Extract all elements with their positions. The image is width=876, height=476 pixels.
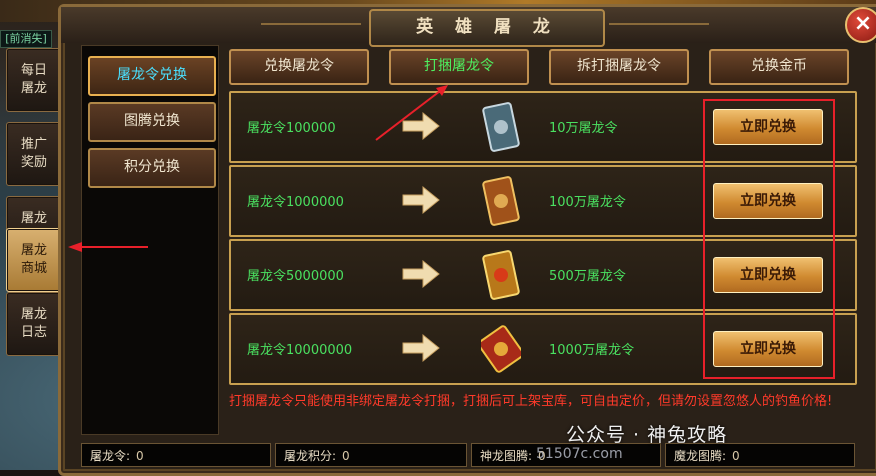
tab-bundle-token[interactable]: 打捆屠龙令 (389, 49, 529, 85)
stat-label: 屠龙令: (90, 449, 131, 463)
submenu-points-exchange[interactable]: 积分兑换 (88, 148, 216, 188)
tab-exchange-token[interactable]: 兑换屠龙令 (229, 49, 369, 85)
stat-label: 神龙图腾: (480, 449, 533, 463)
reward-label: 1000万屠龙令 (549, 343, 635, 358)
token-card-icon (482, 102, 520, 152)
title-ornament-left (261, 23, 361, 25)
title-ornament-right (609, 23, 709, 25)
stat-token: 屠龙令: 0 (81, 443, 271, 467)
reward-label: 100万屠龙令 (549, 195, 626, 210)
arrow-right-icon (402, 111, 440, 141)
stat-value: 0 (136, 449, 144, 463)
side-tab-label: 屠龙 日志 (20, 307, 47, 340)
watermark-sub: 51507c.com (536, 446, 623, 462)
close-icon: × (853, 11, 873, 36)
cost-label: 屠龙令10000000 (247, 343, 353, 358)
arrow-right-icon (402, 259, 440, 289)
cost-label: 屠龙令1000000 (247, 195, 344, 210)
tab-unbundle-token[interactable]: 拆打捆屠龙令 (549, 49, 689, 85)
submenu-token-exchange[interactable]: 屠龙令兑换 (88, 56, 216, 96)
stat-value: 0 (732, 449, 740, 463)
stat-label: 屠龙积分: (284, 449, 337, 463)
reward-label: 500万屠龙令 (549, 269, 626, 284)
submenu-totem-exchange[interactable]: 图腾兑换 (88, 102, 216, 142)
side-tab-label: 推广 奖励 (20, 137, 47, 170)
side-tab-label: 屠龙 商城 (20, 243, 47, 276)
side-tab-daily[interactable]: 每日 屠龙 (6, 48, 62, 112)
tab-exchange-gold[interactable]: 兑换金币 (709, 49, 849, 85)
submenu-panel: 屠龙令兑换 图腾兑换 积分兑换 (81, 45, 219, 435)
exchange-window: 英 雄 屠 龙 × 屠龙令兑换 图腾兑换 积分兑换 兑换屠龙令 打捆屠龙令 拆打… (58, 4, 876, 476)
arrow-right-icon (402, 185, 440, 215)
close-button[interactable]: × (845, 7, 876, 43)
side-tab-label: 每日 屠龙 (20, 63, 47, 96)
side-tab-shop[interactable]: 屠龙 商城 (6, 228, 62, 292)
stat-points: 屠龙积分: 0 (275, 443, 467, 467)
stat-value: 0 (342, 449, 350, 463)
cost-label: 屠龙令5000000 (247, 269, 344, 284)
left-status-tag: [前消失] (0, 30, 52, 48)
reward-label: 10万屠龙令 (549, 121, 618, 136)
token-card-icon (482, 250, 520, 300)
window-title: 英 雄 屠 龙 (369, 9, 605, 47)
watermark-text: 公众号 · 神兔攻略 (566, 424, 728, 446)
arrow-right-icon (402, 333, 440, 363)
token-card-icon (482, 176, 520, 226)
highlight-box (703, 99, 835, 379)
cost-label: 屠龙令100000 (247, 121, 336, 136)
stat-label: 魔龙图腾: (674, 449, 727, 463)
side-tab-promo[interactable]: 推广 奖励 (6, 122, 62, 186)
notice-text: 打捆屠龙令只能使用非绑定屠龙令打捆，打捆后可上架宝库，可自由定价，但请勿设置忽悠… (229, 394, 833, 409)
side-tab-log[interactable]: 屠龙 日志 (6, 292, 62, 356)
token-card-icon (481, 325, 521, 373)
